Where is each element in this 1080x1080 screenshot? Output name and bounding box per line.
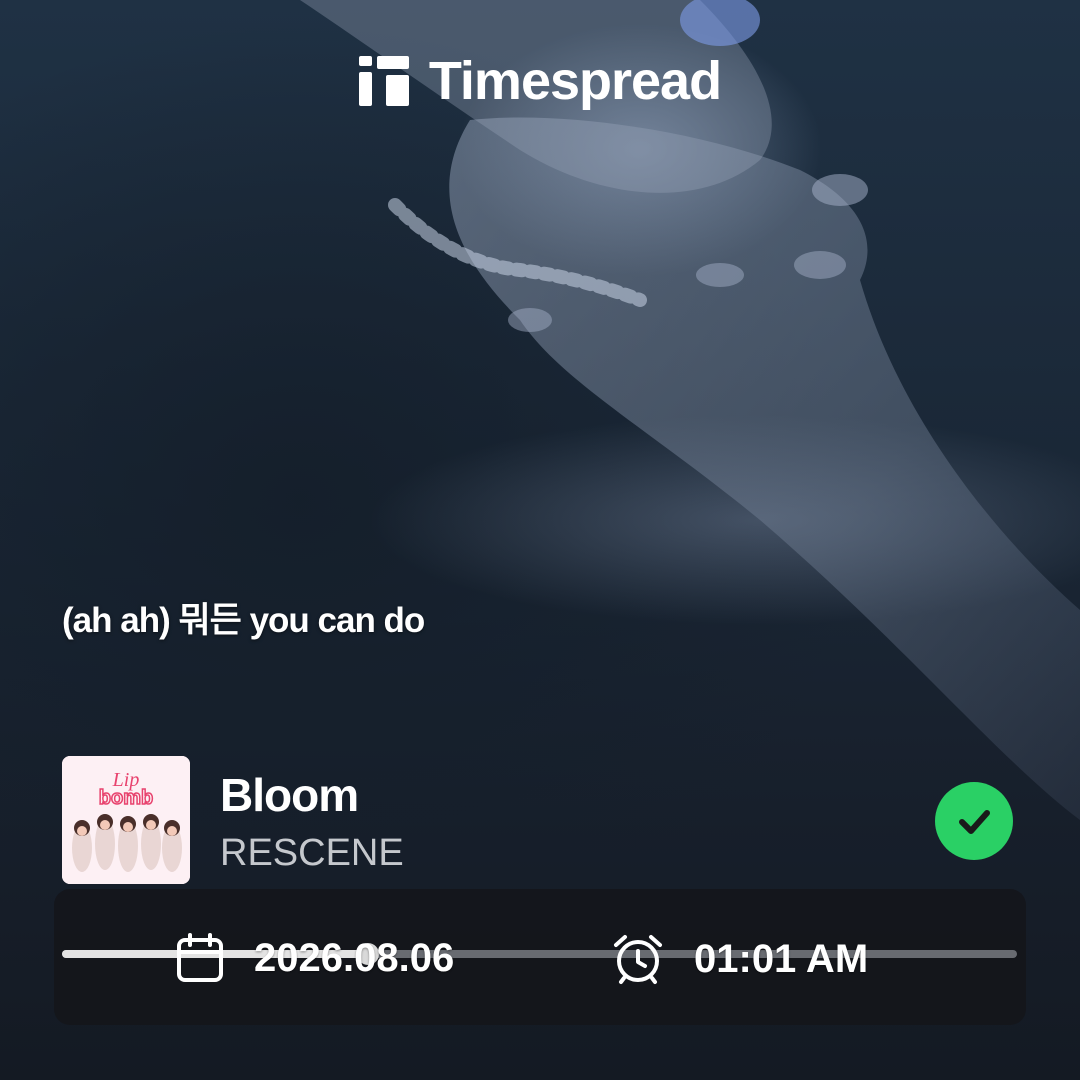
alarm-clock-icon: [612, 933, 664, 985]
lyric-caption: (ah ah) 뭐든 you can do: [62, 601, 425, 640]
song-title: Bloom: [220, 769, 359, 821]
timespread-logo-icon: [358, 56, 409, 106]
album-art: Lip bomb: [62, 756, 190, 884]
song-artist: RESCENE: [220, 832, 404, 874]
check-circle-icon[interactable]: [935, 782, 1013, 860]
brand-name: Timespread: [428, 51, 722, 111]
date-text: 2026.08.06: [254, 935, 455, 980]
calendar-icon: [176, 933, 224, 983]
brand-header: Timespread: [0, 50, 1080, 112]
playback-info-bar: 2026.08.06 01:01 AM: [54, 889, 1026, 1025]
time-display: 01:01 AM: [612, 933, 868, 985]
time-text: 01:01 AM: [694, 936, 869, 981]
date-display: 2026.08.06: [176, 933, 454, 983]
svg-text:bomb: bomb: [99, 787, 153, 809]
